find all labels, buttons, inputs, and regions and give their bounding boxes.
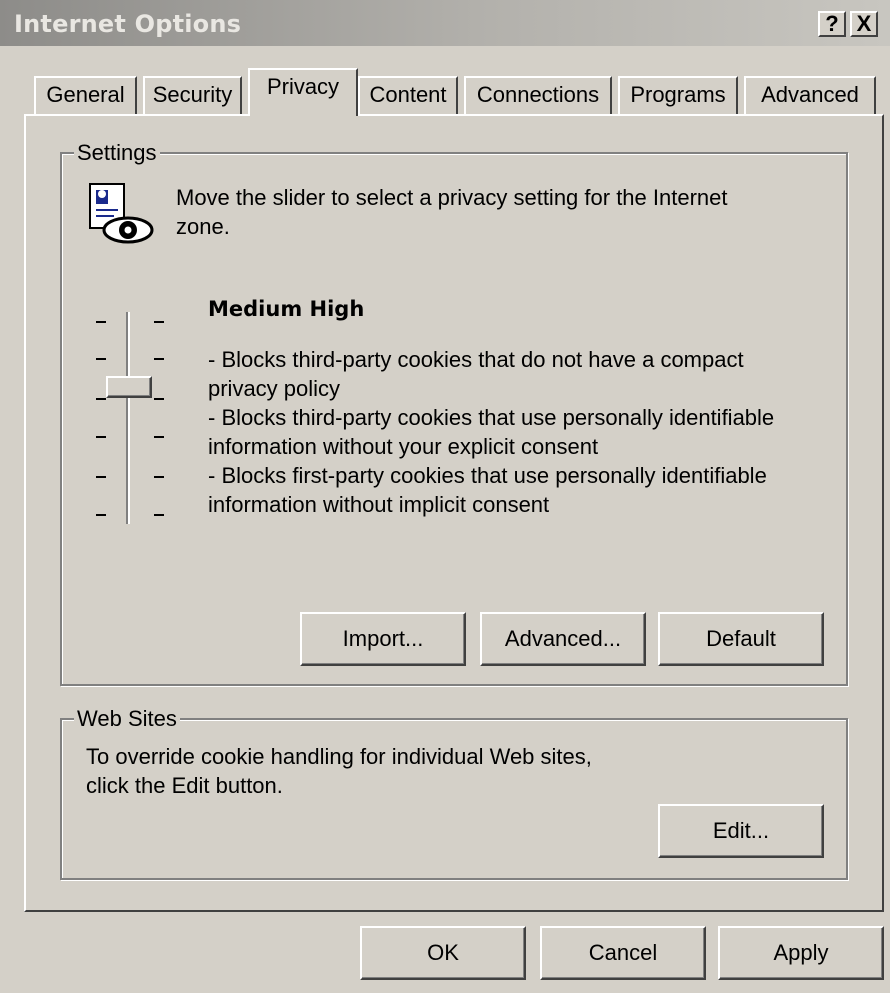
slider-track[interactable] — [126, 312, 130, 524]
tab-security[interactable]: Security — [143, 76, 242, 114]
slider-thumb[interactable] — [106, 376, 152, 398]
cancel-button[interactable]: Cancel — [540, 926, 706, 980]
web-sites-text-1: To override cookie handling for individu… — [86, 744, 592, 769]
edit-button[interactable]: Edit... — [658, 804, 824, 858]
privacy-description-line: - Blocks first-party cookies that use pe… — [208, 463, 767, 488]
slider-tick-right — [154, 321, 164, 323]
tab-programs[interactable]: Programs — [618, 76, 738, 114]
slider-tick-right — [154, 476, 164, 478]
window-title: Internet Options — [14, 10, 242, 38]
slider-tick-left — [96, 436, 106, 438]
close-button[interactable]: X — [850, 11, 878, 37]
tab-content[interactable]: Content — [358, 76, 458, 114]
apply-button[interactable]: Apply — [718, 926, 884, 980]
slider-tick-left — [96, 358, 106, 360]
privacy-description-line: privacy policy — [208, 376, 341, 401]
slider-tick-left — [96, 398, 106, 400]
privacy-description-line: - Blocks third-party cookies that use pe… — [208, 405, 775, 430]
instruction-text-2: zone. — [176, 214, 230, 239]
slider-tick-right — [154, 436, 164, 438]
import-button[interactable]: Import... — [300, 612, 466, 666]
privacy-description-line: information without implicit consent — [208, 492, 550, 517]
slider-tick-left — [96, 476, 106, 478]
privacy-description-line: information without your explicit consen… — [208, 434, 599, 459]
instruction-text-1: Move the slider to select a privacy sett… — [176, 185, 728, 210]
web-sites-group-label: Web Sites — [74, 706, 180, 732]
tab-advanced[interactable]: Advanced — [744, 76, 876, 114]
privacy-description-line: - Blocks third-party cookies that do not… — [208, 347, 744, 372]
privacy-level-name: Medium High — [208, 297, 365, 321]
tab-general[interactable]: General — [34, 76, 137, 114]
advanced-button[interactable]: Advanced... — [480, 612, 646, 666]
privacy-slider[interactable] — [86, 300, 176, 540]
slider-tick-right — [154, 398, 164, 400]
tab-privacy[interactable]: Privacy — [248, 68, 358, 116]
ok-button[interactable]: OK — [360, 926, 526, 980]
privacy-icon — [89, 183, 154, 244]
title-bar[interactable]: Internet Options ? X — [0, 0, 890, 46]
settings-group-label: Settings — [74, 140, 160, 166]
web-sites-text-2: click the Edit button. — [86, 773, 283, 798]
slider-tick-right — [154, 514, 164, 516]
slider-tick-left — [96, 514, 106, 516]
tab-connections[interactable]: Connections — [464, 76, 612, 114]
help-button[interactable]: ? — [818, 11, 846, 37]
default-button[interactable]: Default — [658, 612, 824, 666]
slider-tick-left — [96, 321, 106, 323]
slider-tick-right — [154, 358, 164, 360]
